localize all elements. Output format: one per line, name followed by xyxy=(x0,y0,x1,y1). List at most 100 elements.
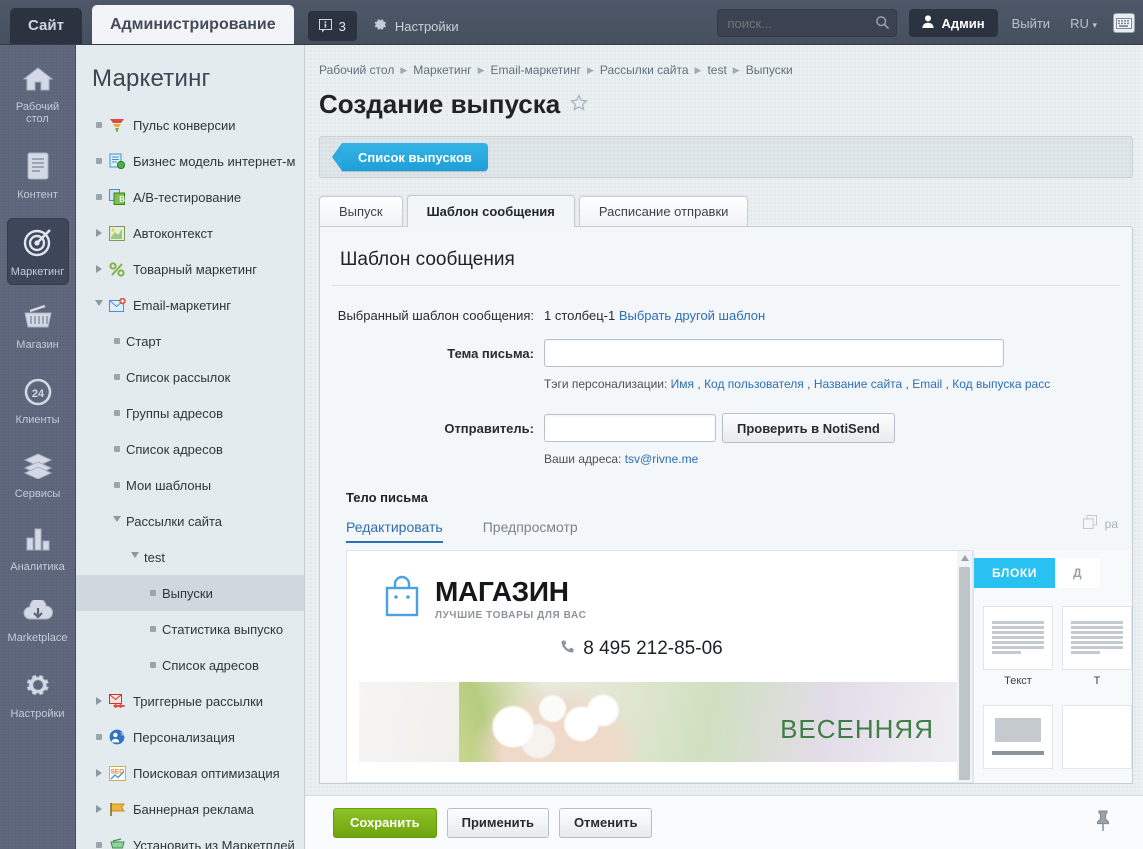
menu-item[interactable]: Автоконтекст xyxy=(76,215,304,251)
sender-input[interactable] xyxy=(544,414,716,442)
menu-item[interactable]: test xyxy=(76,539,304,575)
breadcrumb-item[interactable]: Email-маркетинг xyxy=(491,63,581,77)
menu-item[interactable]: SEO Поисковая оптимизация xyxy=(76,755,304,791)
blocks-tab-other[interactable]: Д xyxy=(1055,558,1101,588)
info-icon xyxy=(318,19,332,33)
user-menu-button[interactable]: Админ xyxy=(909,9,998,37)
blocks-grid-row-1: Текст Т xyxy=(974,588,1132,687)
tab-send-schedule[interactable]: Расписание отправки xyxy=(578,196,749,226)
subject-input[interactable] xyxy=(544,339,1004,367)
rail-item-marketplace[interactable]: Marketplace xyxy=(7,591,69,652)
editor-toolbar-right: ра xyxy=(1082,515,1118,532)
bullet-icon xyxy=(110,410,123,416)
bullet-icon xyxy=(110,446,123,452)
breadcrumb-item[interactable]: test xyxy=(707,63,726,77)
tag-user-code[interactable]: Код пользователя xyxy=(704,377,804,391)
check-notisend-button[interactable]: Проверить в NotiSend xyxy=(722,413,895,443)
pin-icon[interactable] xyxy=(1095,810,1111,835)
editor-subtabs: Редактировать Предпросмотр xyxy=(332,505,1120,543)
search-input[interactable] xyxy=(717,9,898,37)
subtab-edit[interactable]: Редактировать xyxy=(346,519,443,543)
rail-item-desktop[interactable]: Рабочий стол xyxy=(7,57,69,133)
notifications-count: 3 xyxy=(338,18,346,34)
chevron-right-icon xyxy=(92,265,105,273)
scroll-up-arrow[interactable] xyxy=(957,551,972,565)
menu-item[interactable]: Список адресов xyxy=(76,431,304,467)
email-canvas[interactable]: МАГАЗИН ЛУЧШИЕ ТОВАРЫ ДЛЯ ВАС 8 495 212-… xyxy=(346,550,973,783)
menu-item[interactable]: Старт xyxy=(76,323,304,359)
language-switcher[interactable]: RU ▾ xyxy=(1060,16,1103,31)
copy-icon[interactable] xyxy=(1082,515,1097,532)
tag-email[interactable]: Email xyxy=(912,377,942,391)
chevron-down-icon xyxy=(128,552,141,562)
breadcrumb-item[interactable]: Рабочий стол xyxy=(319,63,394,77)
menu-item[interactable]: Список адресов xyxy=(76,647,304,683)
tab-message-template[interactable]: Шаблон сообщения xyxy=(406,195,575,227)
menu-item[interactable]: Баннерная реклама xyxy=(76,791,304,827)
menu-item[interactable]: B A/B-тестирование xyxy=(76,179,304,215)
search-icon[interactable] xyxy=(875,15,890,33)
menu-item[interactable]: % Персонализация xyxy=(76,719,304,755)
menu-item[interactable]: Выпуски xyxy=(76,575,304,611)
block-card-image[interactable] xyxy=(983,705,1053,769)
menu-item[interactable]: Товарный маркетинг xyxy=(76,251,304,287)
tag-issue-code[interactable]: Код выпуска расс xyxy=(952,377,1050,391)
menu-item[interactable]: Установить из Маркетплей xyxy=(76,827,304,849)
block-card-text-2[interactable]: Т xyxy=(1062,606,1132,687)
your-address-value[interactable]: tsv@rivne.me xyxy=(625,452,699,466)
blocks-tab-row: БЛОКИ Д xyxy=(974,550,1132,588)
menu-item[interactable]: Статистика выпуско xyxy=(76,611,304,647)
notifications-button[interactable]: 3 xyxy=(307,11,357,41)
choose-other-template-link[interactable]: Выбрать другой шаблон xyxy=(619,308,765,323)
rail-item-clients[interactable]: 24 Клиенты xyxy=(7,369,69,434)
tab-site[interactable]: Сайт xyxy=(10,8,82,44)
issues-list-button[interactable]: Список выпусков xyxy=(332,143,488,171)
rail-label-marketplace: Marketplace xyxy=(7,632,68,645)
sender-label: Отправитель: xyxy=(444,420,534,436)
menu-item[interactable]: Пульс конверсии xyxy=(76,107,304,143)
logout-link[interactable]: Выйти xyxy=(1002,16,1061,31)
tag-site-name[interactable]: Название сайта xyxy=(814,377,902,391)
tab-issue[interactable]: Выпуск xyxy=(319,196,403,226)
rail-item-content[interactable]: Контент xyxy=(7,143,69,208)
settings-label: Настройки xyxy=(394,18,459,34)
save-button[interactable]: Сохранить xyxy=(333,807,437,838)
breadcrumb-item[interactable]: Маркетинг xyxy=(413,63,471,77)
menu-item[interactable]: Бизнес модель интернет-м xyxy=(76,143,304,179)
autocontext-icon xyxy=(108,225,126,241)
menu-item[interactable]: Email-маркетинг xyxy=(76,287,304,323)
page-title: Создание выпуска xyxy=(319,89,561,119)
star-icon[interactable] xyxy=(570,93,589,115)
basket-icon xyxy=(7,304,69,334)
canvas-scrollbar[interactable] xyxy=(957,551,972,782)
cancel-button[interactable]: Отменить xyxy=(558,807,653,838)
menu-item[interactable]: Мои шаблоны xyxy=(76,467,304,503)
keyboard-icon[interactable] xyxy=(1113,13,1135,33)
bullet-icon xyxy=(146,662,159,668)
rail-item-settings[interactable]: Настройки xyxy=(7,662,69,727)
menu-item[interactable]: Группы адресов xyxy=(76,395,304,431)
rail-item-analytics[interactable]: Аналитика xyxy=(7,517,69,580)
scroll-thumb[interactable] xyxy=(959,567,970,780)
tag-name[interactable]: Имя xyxy=(671,377,694,391)
chevron-right-icon xyxy=(92,229,105,237)
tab-administration[interactable]: Администрирование xyxy=(91,5,294,44)
block-caption-text-2: Т xyxy=(1093,675,1101,687)
menu-item-label: Выпуски xyxy=(162,585,213,601)
menu-item[interactable]: Список рассылок xyxy=(76,359,304,395)
blocks-tab-blocks[interactable]: БЛОКИ xyxy=(974,558,1056,588)
email-banner[interactable]: ВЕСЕННЯЯ xyxy=(359,682,960,762)
menu-item[interactable]: Рассылки сайта xyxy=(76,503,304,539)
block-card-text[interactable]: Текст xyxy=(983,606,1053,687)
rail-item-services[interactable]: Сервисы xyxy=(7,444,69,507)
settings-link[interactable]: Настройки xyxy=(373,17,459,35)
svg-text:%: % xyxy=(121,732,125,738)
chevron-right-icon xyxy=(92,805,105,813)
apply-button[interactable]: Применить xyxy=(446,807,549,838)
menu-item[interactable]: Триггерные рассылки xyxy=(76,683,304,719)
rail-item-shop[interactable]: Магазин xyxy=(7,295,69,358)
rail-item-marketing[interactable]: Маркетинг xyxy=(6,218,69,286)
subtab-preview[interactable]: Предпросмотр xyxy=(483,519,578,543)
block-card-image-2[interactable] xyxy=(1062,705,1132,769)
breadcrumb-item[interactable]: Рассылки сайта xyxy=(600,63,689,77)
